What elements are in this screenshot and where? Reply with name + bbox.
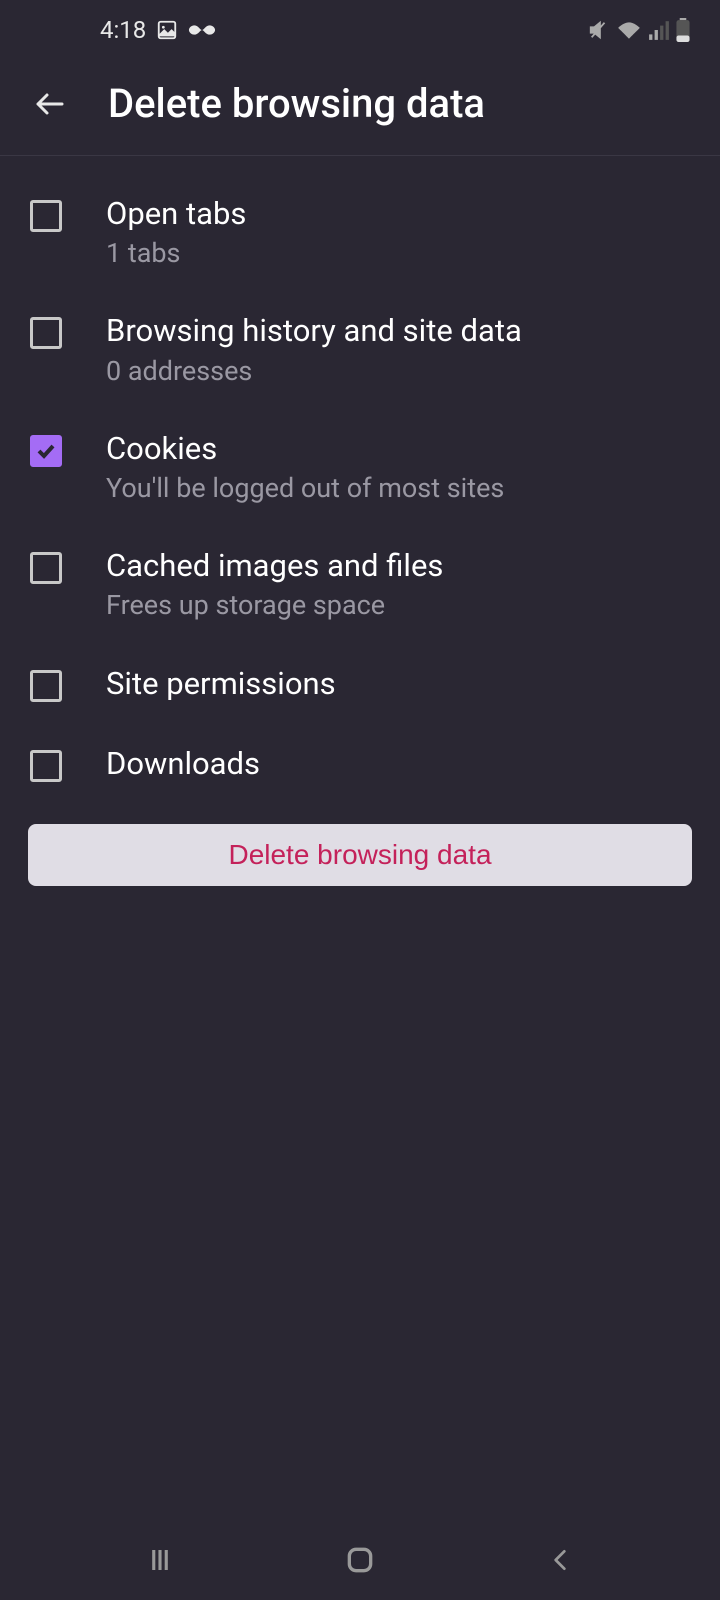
image-icon [156, 19, 178, 41]
option-open-tabs[interactable]: Open tabs 1 tabs [0, 174, 720, 291]
mute-icon [588, 19, 610, 41]
option-text: Browsing history and site data 0 address… [106, 311, 690, 388]
option-title: Site permissions [106, 664, 690, 704]
checkbox-browsing-history[interactable] [30, 317, 62, 349]
page-header: Delete browsing data [0, 60, 720, 155]
option-subtitle: 1 tabs [106, 236, 690, 271]
option-subtitle: You'll be logged out of most sites [106, 471, 690, 506]
option-title: Cookies [106, 429, 690, 469]
option-browsing-history[interactable]: Browsing history and site data 0 address… [0, 291, 720, 408]
status-left: 4:18 [100, 16, 216, 44]
options-list: Open tabs 1 tabs Browsing history and si… [0, 156, 720, 804]
checkbox-cached-images[interactable] [30, 552, 62, 584]
delete-button-label: Delete browsing data [228, 839, 491, 871]
option-subtitle: Frees up storage space [106, 588, 690, 623]
status-right [588, 18, 690, 42]
chevron-left-icon [547, 1547, 573, 1573]
nav-back-button[interactable] [530, 1530, 590, 1590]
checkbox-open-tabs[interactable] [30, 200, 62, 232]
check-icon [34, 439, 58, 463]
nav-home-button[interactable] [330, 1530, 390, 1590]
wifi-icon [616, 19, 642, 41]
option-downloads[interactable]: Downloads [0, 724, 720, 804]
option-title: Browsing history and site data [106, 311, 690, 351]
arrow-left-icon [32, 86, 68, 122]
option-text: Cookies You'll be logged out of most sit… [106, 429, 690, 506]
option-text: Site permissions [106, 664, 690, 704]
checkbox-site-permissions[interactable] [30, 670, 62, 702]
option-text: Cached images and files Frees up storage… [106, 546, 690, 623]
infinity-icon [188, 21, 216, 39]
status-bar: 4:18 [0, 0, 720, 60]
option-text: Downloads [106, 744, 690, 784]
checkbox-downloads[interactable] [30, 750, 62, 782]
option-cookies[interactable]: Cookies You'll be logged out of most sit… [0, 409, 720, 526]
signal-icon [648, 19, 670, 41]
option-title: Open tabs [106, 194, 690, 234]
system-nav-bar [0, 1520, 720, 1600]
option-cached-images[interactable]: Cached images and files Frees up storage… [0, 526, 720, 643]
home-icon [344, 1544, 376, 1576]
recent-icon [145, 1545, 175, 1575]
nav-recent-button[interactable] [130, 1530, 190, 1590]
checkbox-cookies[interactable] [30, 435, 62, 467]
option-site-permissions[interactable]: Site permissions [0, 644, 720, 724]
battery-icon [676, 18, 690, 42]
option-subtitle: 0 addresses [106, 354, 690, 389]
delete-browsing-data-button[interactable]: Delete browsing data [28, 824, 692, 886]
option-text: Open tabs 1 tabs [106, 194, 690, 271]
option-title: Cached images and files [106, 546, 690, 586]
option-title: Downloads [106, 744, 690, 784]
status-time: 4:18 [100, 16, 146, 44]
back-button[interactable] [30, 84, 70, 124]
page-title: Delete browsing data [108, 80, 485, 127]
